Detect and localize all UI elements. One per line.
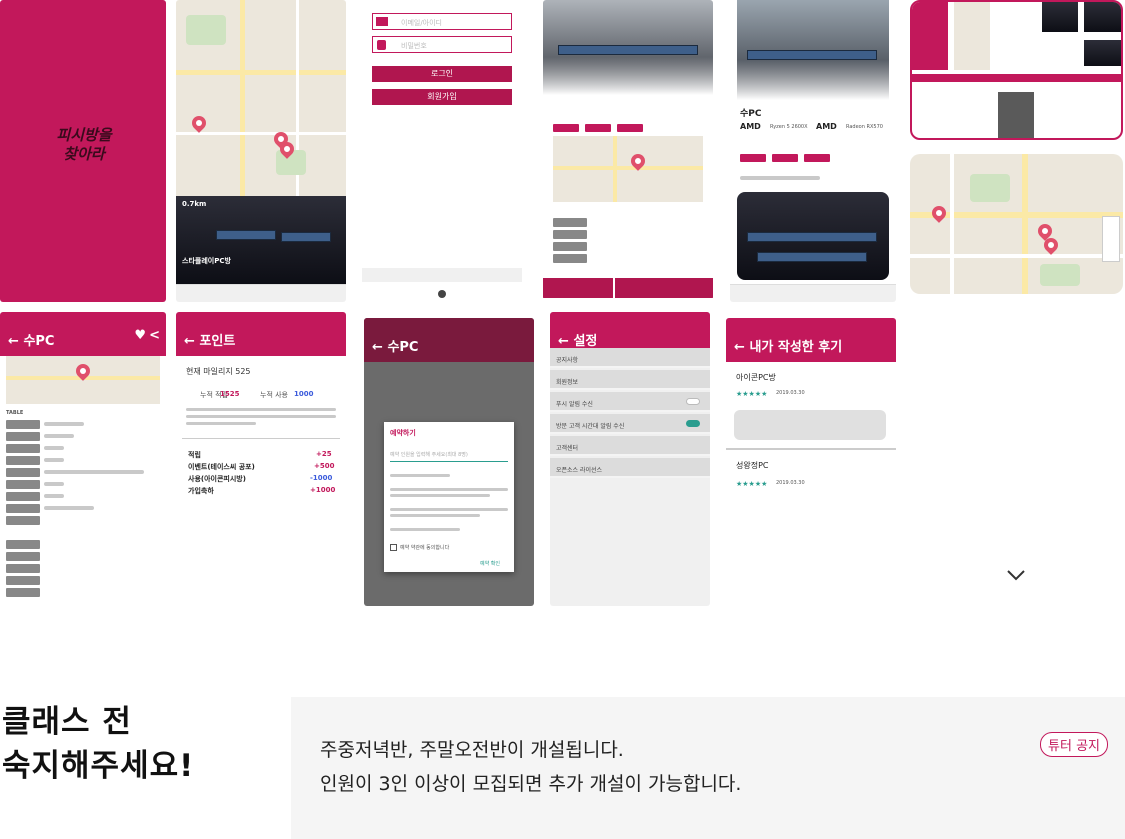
notice-line-2: 인원이 3인 이상이 모집되면 추가 개설이 가능합니다. [320, 773, 742, 795]
back-arrow-icon[interactable]: ← [734, 340, 745, 355]
login-button[interactable]: 로그인 [372, 66, 512, 82]
lock-icon [377, 40, 386, 50]
dialog-title: 예약하기 [390, 429, 416, 437]
signup-button[interactable]: 회원가입 [372, 89, 512, 105]
chevron-down-icon[interactable] [1006, 568, 1026, 582]
heart-icon[interactable]: ♥ [134, 328, 146, 343]
push-toggle[interactable] [686, 398, 700, 405]
android-nav-bar[interactable] [362, 286, 522, 302]
pc-room-photo [737, 0, 889, 100]
owner-reply-box [734, 410, 886, 440]
settings-screen-thumb[interactable]: ← 설정 공지사항 회원정보 푸시 알림 수신 방문 고객 시간대 알림 수신 … [550, 312, 710, 606]
settings-item[interactable]: 고객센터 [550, 436, 710, 456]
reserve-button[interactable] [615, 278, 713, 298]
tutor-notice-badge: 튜터 공지 [1040, 732, 1108, 757]
pc-room-title: 수PC [740, 109, 762, 119]
reserve-header: ← 수PC [364, 318, 534, 362]
reservation-dialog: 예약하기 예약 인원을 입력해 주세요(최대 8명) 예약 약관에 동의합니다 … [384, 422, 514, 572]
points-row-value: +500 [314, 462, 335, 470]
points-row-label: 이벤트(테이스씨 공포) [188, 463, 255, 471]
home-button-icon[interactable] [438, 290, 446, 298]
points-header: ← 포인트 [176, 312, 346, 356]
notice-line-1: 주중저녁반, 주말오전반이 개설됩니다. [320, 739, 624, 761]
map-view [553, 136, 703, 202]
map-pin-icon[interactable] [189, 113, 209, 133]
distance-label: 0.7km [182, 200, 207, 208]
call-button[interactable] [543, 278, 613, 298]
notice-title: 클래스 전 숙지해주세요! [2, 704, 195, 784]
pc-room-photo: 0.7km 스타플레이PC방 [176, 196, 346, 284]
reviews-screen-thumb[interactable]: ← 내가 작성한 후기 아이콘PC방 ★★★★★ 2019.03.30 성왕정P… [726, 318, 896, 606]
points-row-value: +25 [316, 450, 332, 458]
points-row-label: 가입축하 [188, 487, 214, 495]
back-arrow-icon[interactable]: ← [558, 334, 569, 349]
map-zoom-thumb[interactable] [910, 154, 1123, 294]
map-view [6, 356, 160, 404]
reserve-screen-thumb[interactable]: ← 수PC 예약하기 예약 인원을 입력해 주세요(최대 8명) 예약 약관에 … [364, 318, 534, 606]
tutor-notice-section: 클래스 전 숙지해주세요! 주중저녁반, 주말오전반이 개설됩니다. 인원이 3… [0, 680, 1125, 839]
email-field[interactable]: 이메일/아이디 [372, 13, 512, 30]
review-place-name: 성왕정PC [736, 461, 769, 470]
splash-title: 피시방을 찾아라 [56, 126, 112, 163]
points-row-label: 적립 [188, 451, 201, 459]
detail-header: ← 수PC ♥ < [0, 312, 166, 356]
mail-icon [376, 17, 388, 26]
settings-item[interactable]: 회원정보 [550, 370, 710, 390]
cpu-brand: AMD [740, 122, 761, 131]
spec-card-screen-thumb[interactable]: 수PC AMD Ryzen 5 2600X AMD Radeon RX570 [730, 0, 896, 302]
gpu-brand: AMD [816, 122, 837, 131]
pc-room-photo [737, 192, 889, 280]
pc-room-name: 스타플레이PC방 [182, 257, 231, 265]
bottom-nav[interactable] [730, 284, 896, 302]
detail-card-screen-thumb[interactable] [543, 0, 713, 300]
visit-alert-toggle[interactable] [686, 420, 700, 427]
agree-checkbox[interactable] [390, 544, 397, 551]
map-pin-icon[interactable] [929, 203, 949, 223]
points-screen-thumb[interactable]: ← 포인트 현재 마일리지 525 누적 적립 1525 누적 사용 1000 … [176, 312, 346, 606]
bottom-nav[interactable] [176, 284, 346, 302]
review-date: 2019.03.30 [776, 390, 805, 396]
confirm-button[interactable]: 예약 확인 [480, 560, 500, 567]
review-place-name: 아이콘PC방 [736, 373, 776, 382]
points-row-label: 사용(아이콘피시방) [188, 475, 246, 483]
pc-room-photo [543, 0, 713, 95]
settings-item[interactable]: 공지사항 [550, 348, 710, 368]
points-row-value: -1000 [310, 474, 333, 482]
back-arrow-icon[interactable]: ← [8, 334, 19, 349]
login-screen-thumb[interactable]: 이메일/아이디 비밀번호 로그인 회원가입 [362, 0, 522, 302]
review-stars: ★★★★★ [736, 390, 768, 398]
review-stars: ★★★★★ [736, 480, 768, 488]
settings-item[interactable]: 오픈소스 라이선스 [550, 458, 710, 478]
splash-screen-thumb[interactable]: 피시방을 찾아라 [0, 0, 166, 302]
reviews-header: ← 내가 작성한 후기 [726, 318, 896, 362]
overview-collage-thumb[interactable] [910, 0, 1123, 140]
notice-box: 주중저녁반, 주말오전반이 개설됩니다. 인원이 3인 이상이 모집되면 추가 … [291, 697, 1125, 839]
map-screen-thumb[interactable]: 0.7km 스타플레이PC방 [176, 0, 346, 302]
back-arrow-icon[interactable]: ← [184, 334, 195, 349]
detail-screen-thumb[interactable]: ← 수PC ♥ < TABLE [0, 312, 166, 606]
party-size-input[interactable]: 예약 인원을 입력해 주세요(최대 8명) [390, 450, 508, 462]
share-icon[interactable]: < [149, 328, 160, 343]
screenshot-gallery: 피시방을 찾아라 0.7km 스타플레이PC방 이메일/아이디 비밀번호 로그인… [0, 0, 1125, 610]
back-arrow-icon[interactable]: ← [372, 340, 383, 355]
current-mileage: 현재 마일리지 525 [186, 367, 251, 376]
map-view [176, 0, 346, 196]
points-row-value: +1000 [310, 486, 336, 494]
password-field[interactable]: 비밀번호 [372, 36, 512, 53]
zoom-controls[interactable] [1102, 216, 1120, 262]
review-date: 2019.03.30 [776, 480, 805, 486]
